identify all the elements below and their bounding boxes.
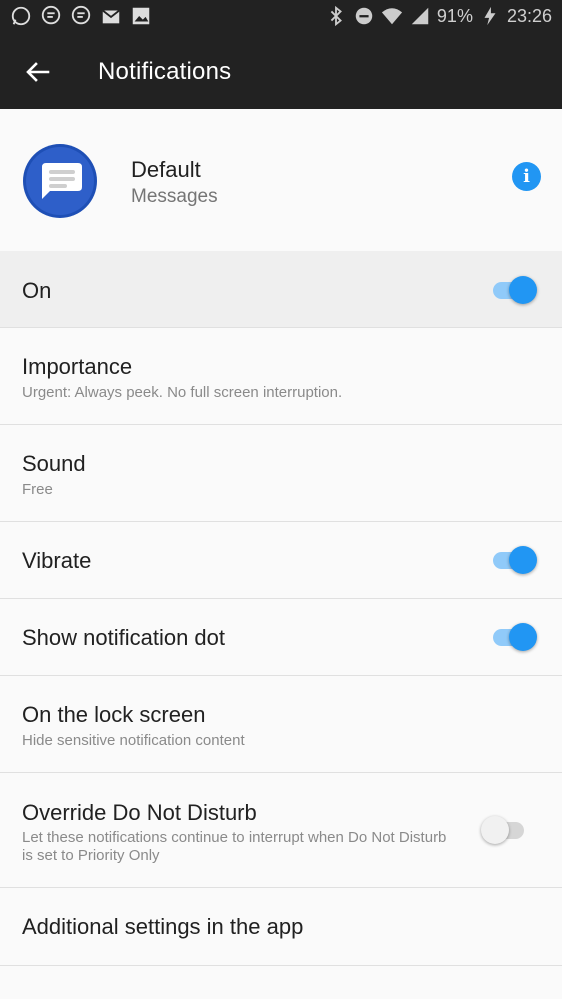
bluetooth-icon [330, 5, 342, 27]
setting-override-dnd-label: Override Do Not Disturb [22, 800, 257, 825]
back-button[interactable] [20, 54, 56, 90]
setting-additional-label: Additional settings in the app [22, 914, 304, 939]
chat-icon [71, 5, 91, 25]
toggle-thumb [481, 816, 509, 844]
messages-app-icon [23, 144, 97, 218]
channel-header: Default Messages i [0, 109, 562, 251]
setting-sound-value: Free [22, 481, 53, 498]
dnd-icon [355, 7, 373, 25]
setting-lock-screen-label: On the lock screen [22, 702, 206, 727]
notification-dot-toggle[interactable] [493, 621, 537, 653]
setting-notification-dot[interactable]: Show notification dot [0, 599, 562, 676]
setting-additional[interactable]: Additional settings in the app [0, 888, 562, 966]
setting-lock-screen-value: Hide sensitive notification content [22, 732, 245, 749]
on-toggle[interactable] [493, 274, 537, 306]
status-bar: 91% 23:26 [0, 0, 562, 34]
override-dnd-toggle[interactable] [481, 814, 528, 846]
info-icon: i [523, 166, 530, 187]
arrow-back-icon [26, 62, 50, 82]
setting-override-dnd[interactable]: Override Do Not Disturb Let these notifi… [0, 773, 562, 888]
toggle-thumb [509, 546, 537, 574]
signal-icon [411, 7, 429, 25]
vibrate-toggle[interactable] [493, 544, 537, 576]
setting-override-dnd-desc-line2: is set to Priority Only [22, 847, 160, 864]
setting-vibrate-label: Vibrate [22, 548, 92, 573]
setting-notification-dot-label: Show notification dot [22, 625, 226, 650]
app-bar: Notifications [0, 34, 562, 109]
battery-percent: 91% [436, 5, 473, 26]
setting-vibrate[interactable]: Vibrate [0, 522, 562, 599]
setting-sound[interactable]: Sound Free [0, 425, 562, 522]
page-title: Notifications [98, 58, 232, 85]
whatsapp-icon [11, 6, 31, 26]
channel-title: Default [131, 157, 201, 182]
image-icon [132, 7, 150, 25]
setting-sound-label: Sound [22, 451, 86, 476]
info-button[interactable]: i [512, 162, 541, 191]
clock: 23:26 [506, 5, 552, 26]
mail-icon [102, 9, 120, 24]
setting-importance-value: Urgent: Always peek. No full screen inte… [22, 384, 343, 401]
toggle-thumb [509, 623, 537, 651]
setting-importance-label: Importance [22, 354, 133, 379]
setting-importance[interactable]: Importance Urgent: Always peek. No full … [0, 328, 562, 425]
wifi-icon [381, 8, 403, 25]
setting-on-label: On [22, 278, 52, 303]
setting-override-dnd-desc-line1: Let these notifications continue to inte… [22, 829, 447, 846]
setting-lock-screen[interactable]: On the lock screen Hide sensitive notifi… [0, 676, 562, 773]
toggle-thumb [509, 276, 537, 304]
battery-charging-icon [484, 6, 496, 26]
app-name: Messages [131, 186, 218, 207]
chat-icon [41, 5, 61, 25]
setting-on[interactable]: On [0, 251, 562, 328]
